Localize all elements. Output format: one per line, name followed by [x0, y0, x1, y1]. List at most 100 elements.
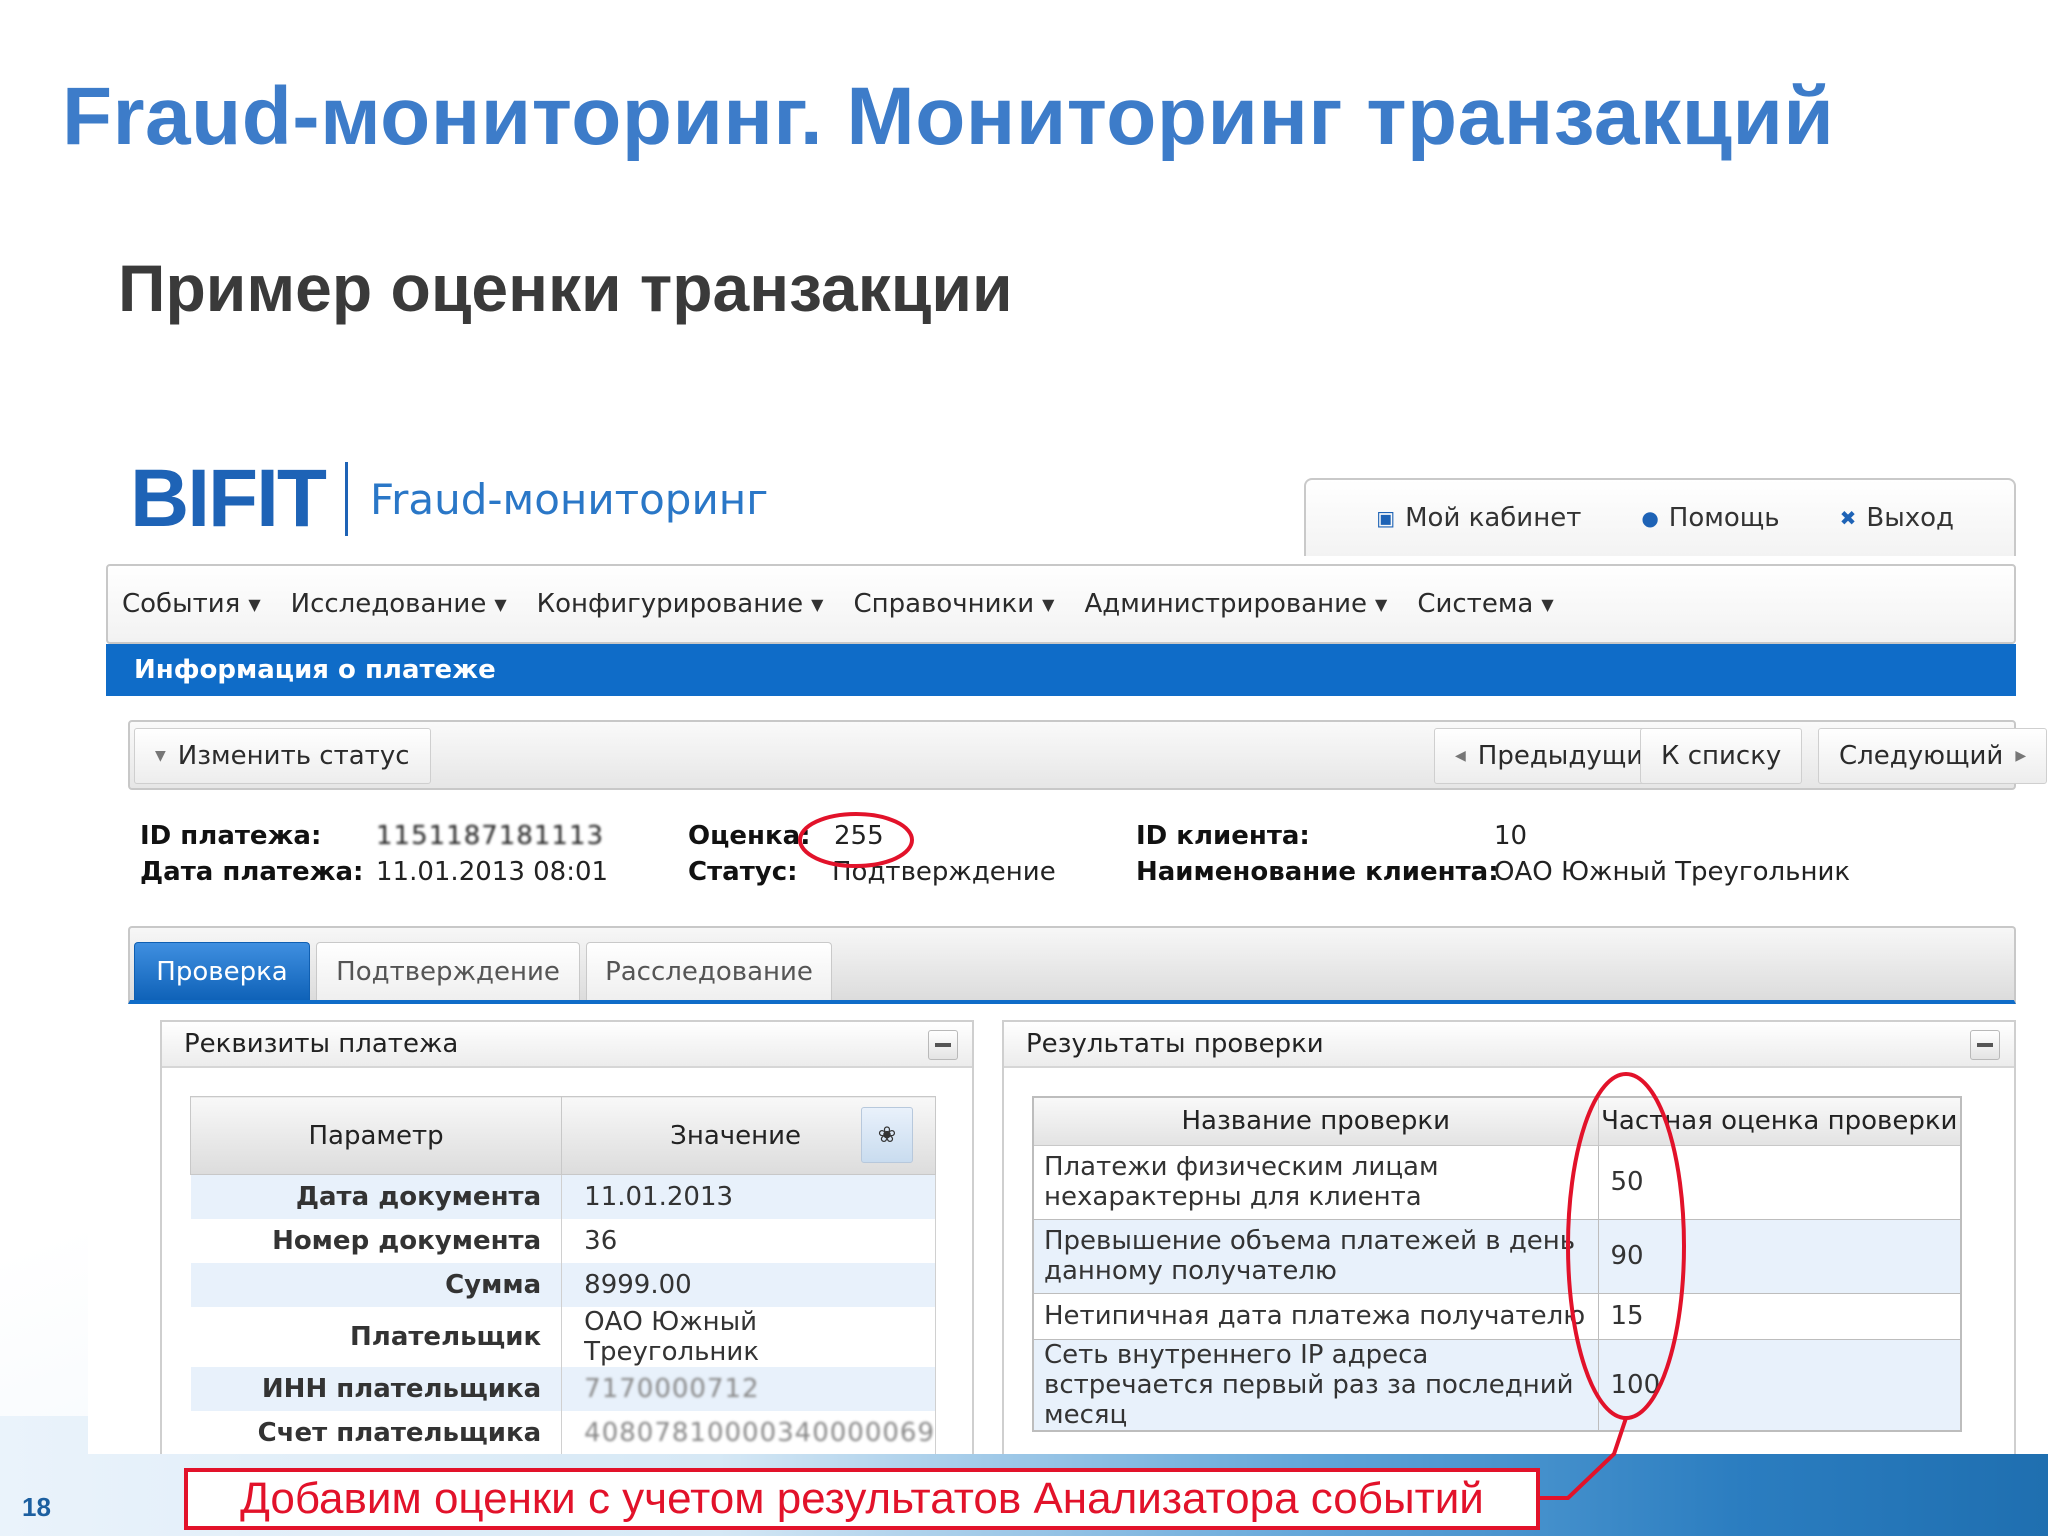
tab-confirmation[interactable]: Подтверждение	[316, 942, 580, 1000]
tab-check[interactable]: Проверка	[134, 942, 310, 1000]
status-value: Подтверждение	[832, 857, 1056, 887]
previous-label: Предыдущий	[1477, 741, 1660, 771]
payment-details-header: Реквизиты платежа	[162, 1022, 972, 1068]
panel-title: Результаты проверки	[1026, 1029, 1324, 1059]
param-cell: ИНН плательщика	[190, 1366, 563, 1411]
my-cabinet-label: Мой кабинет	[1405, 503, 1582, 533]
menu-system[interactable]: Система ▼	[1417, 589, 1553, 619]
help-label: Помощь	[1668, 503, 1780, 533]
table-row: Счет плательщика 40807810000340000069	[190, 1410, 936, 1454]
menu-references[interactable]: Справочники ▼	[853, 589, 1054, 619]
score-value: 255	[834, 821, 884, 851]
menu-research[interactable]: Исследование ▼	[291, 589, 507, 619]
check-results-table: Название проверки Частная оценка проверк…	[1032, 1096, 1962, 1432]
menu-configuration[interactable]: Конфигурирование ▼	[537, 589, 824, 619]
logout-link[interactable]: ✖ Выход	[1840, 503, 1954, 533]
payment-details-panel: Реквизиты платежа Параметр Значение ❀ Да…	[160, 1020, 974, 1454]
caret-down-icon: ▼	[494, 594, 507, 614]
check-results-header: Результаты проверки	[1004, 1022, 2014, 1068]
payment-date-label: Дата платежа:	[140, 857, 364, 887]
minus-icon	[935, 1043, 951, 1047]
slide-title: Fraud-мониторинг. Мониторинг транзакций	[62, 71, 1835, 162]
panel-title: Реквизиты платежа	[184, 1029, 459, 1059]
status-label: Статус:	[688, 857, 798, 887]
payer-link[interactable]: ОАО Южный Треугольник	[561, 1306, 936, 1367]
value-cell: 8999.00	[561, 1262, 936, 1307]
menu-label: Конфигурирование	[536, 589, 804, 619]
cabinet-icon: ▣	[1376, 506, 1396, 530]
param-cell: Дата документа	[190, 1174, 563, 1219]
table-row: Плательщик ОАО Южный Треугольник	[190, 1306, 936, 1367]
check-name-cell: Нетипичная дата платежа получателю	[1032, 1292, 1599, 1340]
logout-label: Выход	[1866, 503, 1954, 533]
check-score-cell: 15	[1597, 1292, 1962, 1340]
next-button[interactable]: Следующий ▶	[1818, 728, 2048, 784]
check-score-cell: 50	[1597, 1144, 1962, 1220]
column-header-value: Значение ❀	[561, 1096, 936, 1175]
bifit-logo: BIFIT Fraud-мониторинг	[130, 458, 768, 540]
logo-product-name: Fraud-мониторинг	[369, 474, 769, 524]
menu-label: События	[122, 589, 241, 619]
table-header-row: Параметр Значение ❀	[189, 1096, 936, 1175]
caret-down-icon: ▼	[1541, 594, 1554, 614]
tab-investigation[interactable]: Расследование	[586, 942, 832, 1000]
main-menu: События ▼ Исследование ▼ Конфигурирование ▼…	[106, 564, 2016, 644]
menu-label: Справочники	[853, 589, 1035, 619]
slide-subtitle: Пример оценки транзакции	[118, 251, 1013, 325]
column-header-check-name: Название проверки	[1032, 1096, 1599, 1146]
help-link[interactable]: ● Помощь	[1641, 503, 1779, 533]
table-header-row: Название проверки Частная оценка проверк…	[1032, 1096, 1962, 1146]
section-header: Информация о платеже	[106, 644, 2016, 696]
callout-box: Добавим оценки с учетом результатов Анал…	[184, 1468, 1540, 1530]
score-label: Оценка:	[688, 821, 811, 851]
caret-down-icon: ▼	[1042, 594, 1055, 614]
param-cell: Сумма	[190, 1262, 563, 1307]
gear-icon[interactable]: ❀	[861, 1107, 913, 1163]
column-header-param: Параметр	[189, 1096, 563, 1175]
info-icon: ●	[1641, 506, 1659, 530]
tabs-bar: Проверка Подтверждение Расследование	[128, 926, 2016, 1004]
table-row: Превышение объема платежей в день данном…	[1032, 1218, 1962, 1294]
menu-administration[interactable]: Администрирование ▼	[1084, 589, 1387, 619]
to-list-label: К списку	[1661, 741, 1782, 771]
value-cell: 7170000712	[584, 1373, 760, 1404]
param-cell: Счет плательщика	[190, 1410, 563, 1454]
app-screenshot: BIFIT Fraud-мониторинг ▣ Мой кабинет ● П…	[88, 442, 2048, 1454]
payment-details-table: Параметр Значение ❀ Дата документа 11.01.…	[189, 1096, 936, 1454]
caret-down-icon: ▼	[248, 594, 261, 614]
table-row: Дата документа 11.01.2013	[190, 1174, 936, 1219]
check-results-panel: Результаты проверки Название проверки Ча…	[1002, 1020, 2016, 1454]
value-cell: 11.01.2013	[561, 1174, 936, 1219]
change-status-button[interactable]: ▼ Изменить статус	[134, 728, 431, 784]
payment-date-value: 11.01.2013 08:01	[376, 857, 609, 887]
chevron-right-icon: ▶	[2015, 748, 2027, 764]
my-cabinet-link[interactable]: ▣ Мой кабинет	[1376, 503, 1581, 533]
param-cell: Плательщик	[190, 1306, 563, 1367]
collapse-button[interactable]	[1970, 1030, 2000, 1060]
payment-id-label: ID платежа:	[140, 821, 322, 851]
caret-down-icon: ▼	[155, 748, 166, 764]
close-icon: ✖	[1839, 506, 1857, 530]
table-row: Нетипичная дата платежа получателю 15	[1032, 1292, 1962, 1340]
menu-label: Система	[1417, 589, 1534, 619]
check-name-cell: Платежи физическим лицам нехарактерны дл…	[1032, 1144, 1599, 1220]
table-row: Сеть внутреннего IP адреса встречается п…	[1032, 1338, 1962, 1431]
client-id-label: ID клиента:	[1136, 821, 1310, 851]
check-score-cell: 100	[1597, 1338, 1962, 1431]
table-row: Сумма 8999.00	[190, 1262, 936, 1307]
value-cell: 40807810000340000069	[584, 1417, 935, 1448]
value-cell: 36	[561, 1218, 936, 1263]
caret-down-icon: ▼	[1375, 594, 1388, 614]
payment-toolbar: ▼ Изменить статус ◀ Предыдущий К списку …	[128, 720, 2048, 790]
collapse-button[interactable]	[928, 1030, 958, 1060]
to-list-button[interactable]: К списку	[1640, 728, 1803, 784]
table-row: Номер документа 36	[190, 1218, 936, 1263]
user-menu: ▣ Мой кабинет ● Помощь ✖ Выход	[1304, 478, 2016, 556]
menu-events[interactable]: События ▼	[122, 589, 261, 619]
logo-separator	[344, 462, 348, 536]
caret-down-icon: ▼	[811, 594, 824, 614]
table-row: ИНН плательщика 7170000712	[190, 1366, 936, 1411]
slide-number: 18	[22, 1492, 51, 1522]
menu-label: Исследование	[290, 589, 487, 619]
table-row: Платежи физическим лицам нехарактерны дл…	[1032, 1144, 1962, 1220]
